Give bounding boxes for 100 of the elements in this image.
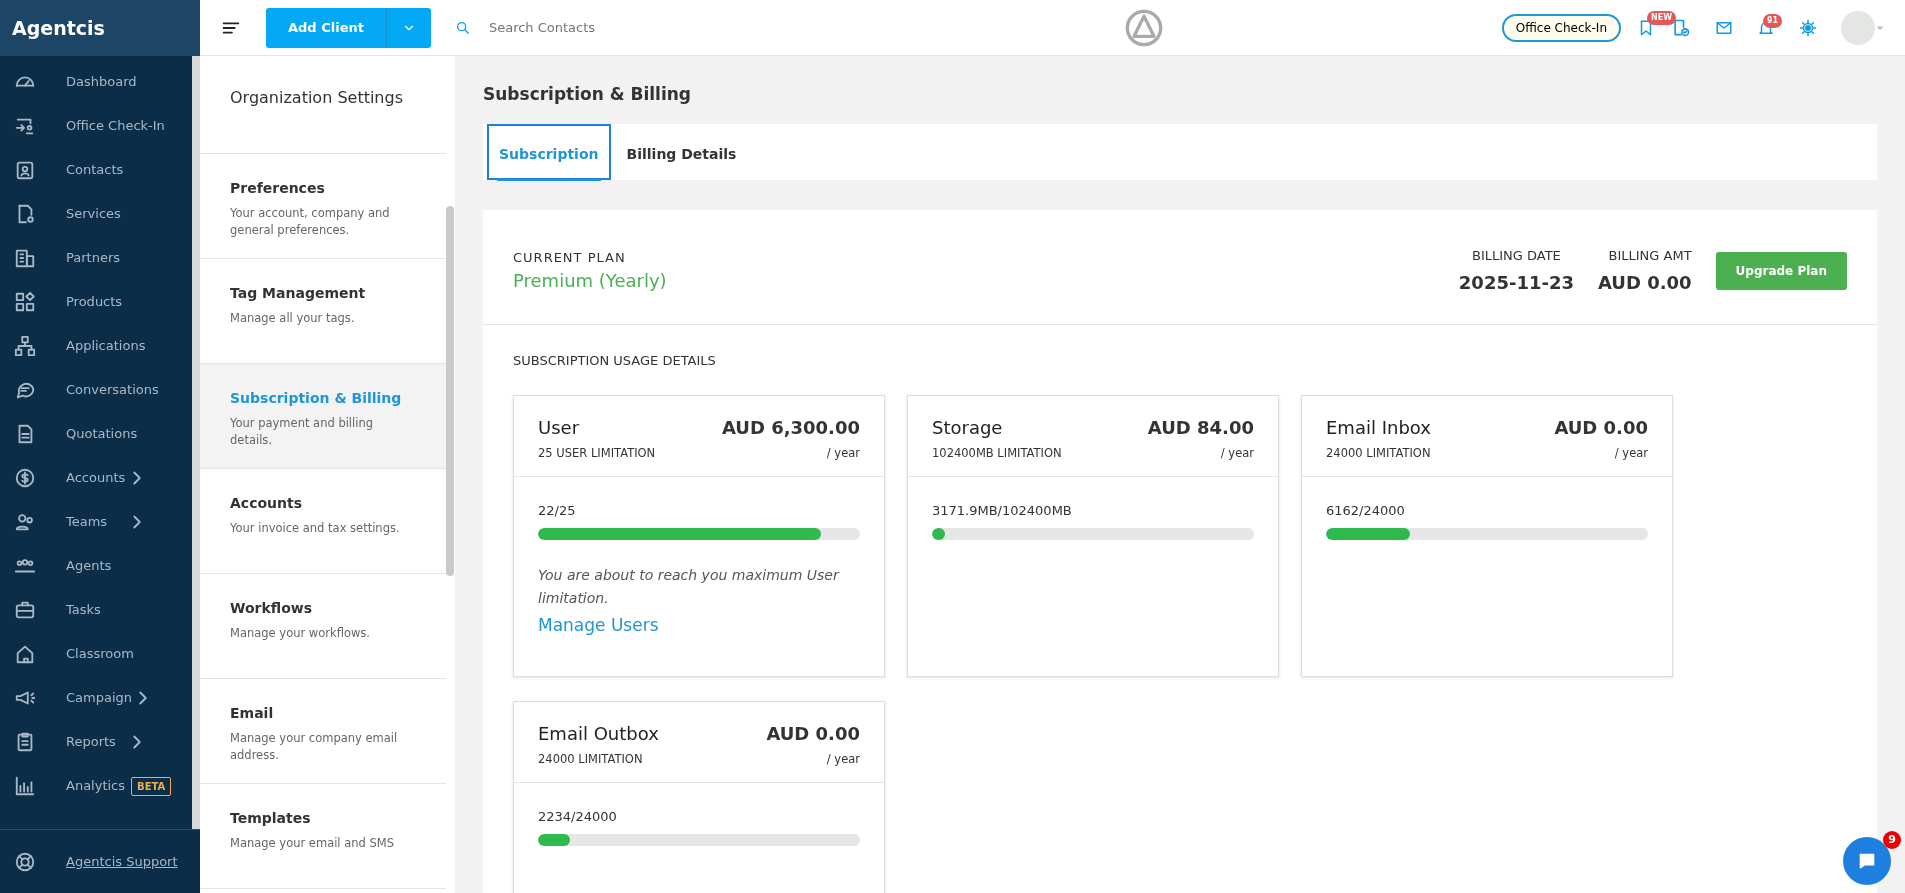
usage-limit: 25 USER LIMITATION	[538, 444, 656, 462]
usage-count: 22/25	[538, 501, 577, 520]
billing-period: / year	[826, 444, 860, 462]
sidebar-item[interactable]: Analytics BETA	[0, 764, 192, 808]
usage-price: AUD 0.00	[1554, 415, 1648, 440]
billing-amount: AUD 0.00	[1597, 271, 1692, 295]
sidebar-item[interactable]: Quotations	[0, 412, 192, 456]
menu-label: Partners	[66, 249, 121, 268]
sidebar-item[interactable]: Agents	[0, 544, 192, 588]
settings-item-description: Manage all your tags.	[230, 310, 356, 327]
usage-count: 2234/24000	[538, 807, 618, 826]
settings-item-description: Your payment and billing details.	[230, 415, 375, 450]
billing-date-label: BILLING DATE	[1471, 246, 1562, 265]
checklist-icon	[1671, 17, 1691, 38]
office-check-in-button[interactable]: Office Check-In	[1501, 13, 1621, 42]
usage-title: SUBSCRIPTION USAGE DETAILS	[513, 352, 717, 370]
warning-note: You are about to reach you maximum User limitation.	[538, 566, 841, 608]
menu-label: Tasks	[66, 601, 101, 620]
usage-limit: 24000 LIMITATION	[538, 750, 643, 768]
settings-item-title[interactable]: Tag Management	[230, 283, 416, 304]
tab[interactable]: Billing Details	[614, 123, 749, 180]
hierarchy-icon	[14, 335, 36, 357]
sidebar-item[interactable]: Contacts	[0, 148, 192, 192]
usage-price: AUD 0.00	[766, 721, 860, 746]
usage-name: Email Outbox	[538, 721, 659, 746]
settings-title: Organization Settings	[200, 56, 446, 154]
billing-period: / year	[1614, 444, 1648, 462]
settings-item-title[interactable]: Templates	[230, 808, 416, 829]
support-link[interactable]: Agentcis Support	[14, 839, 186, 884]
bar-chart-icon	[14, 775, 36, 797]
settings-item-description: Manage your workflows.	[230, 625, 371, 642]
sidebar-item[interactable]: Campaign	[0, 676, 192, 720]
scrollbar[interactable]	[446, 206, 454, 576]
billing-period: / year	[1220, 444, 1254, 462]
briefcase-icon	[14, 599, 36, 621]
gear-icon	[1799, 19, 1817, 38]
settings-item[interactable]: Workflows Manage your workflows.	[200, 574, 446, 679]
billing-amt-label: BILLING AMT	[1607, 246, 1692, 265]
people-icon	[14, 511, 36, 533]
menu-label: Analytics	[66, 777, 126, 796]
plan-name: Premium (Yearly)	[513, 269, 668, 293]
sidebar-item[interactable]: Classroom	[0, 632, 192, 676]
menu-label: Products	[66, 293, 123, 312]
settings-item-description: Your invoice and tax settings.	[230, 520, 401, 537]
menu-label: Teams	[66, 513, 108, 532]
sidebar-item[interactable]: Applications	[0, 324, 192, 368]
menu-label: Reports	[66, 733, 116, 752]
menu-label: Conversations	[66, 381, 159, 400]
sidebar-item[interactable]: Reports	[0, 720, 192, 764]
plan-label: CURRENT PLAN	[513, 248, 627, 267]
sidebar-item[interactable]: Teams	[0, 500, 192, 544]
settings-item[interactable]: Email Manage your company email address.	[200, 679, 446, 784]
sidebar-item[interactable]: Tasks	[0, 588, 192, 632]
sidebar-item[interactable]: Partners	[0, 236, 192, 280]
settings-item[interactable]: Templates Manage your email and SMS	[200, 784, 446, 889]
avatar[interactable]	[1841, 10, 1875, 45]
billing-period: / year	[826, 750, 860, 768]
sidebar-item[interactable]: Office Check-In	[0, 104, 192, 148]
usage-price: AUD 6,300.00	[721, 415, 860, 440]
sidebar-item[interactable]: Conversations	[0, 368, 192, 412]
menu-label: Applications	[66, 337, 146, 356]
usage-count: 3171.9MB/102400MB	[932, 501, 1073, 520]
sidebar-item[interactable]: Services	[0, 192, 192, 236]
building-icon	[14, 247, 36, 269]
lifebuoy-icon	[14, 850, 36, 873]
settings-item[interactable]: Subscription & Billing Your payment and billing details.	[200, 364, 446, 469]
dollar-circle-icon	[14, 467, 36, 489]
usage-name: Email Inbox	[1326, 415, 1431, 440]
menu-label: Quotations	[66, 425, 138, 444]
blocks-icon	[14, 291, 36, 313]
sidebar-item[interactable]: Dashboard	[0, 60, 192, 104]
page-title: Subscription & Billing	[483, 83, 693, 106]
settings-item-description: Manage your email and SMS	[230, 835, 396, 852]
logo-circle-icon	[1124, 7, 1165, 48]
house-icon	[14, 643, 36, 665]
menu-label: Contacts	[66, 161, 124, 180]
menu-label: Office Check-In	[66, 117, 165, 136]
new-badge: NEW	[1647, 11, 1676, 26]
settings-item-title[interactable]: Email	[230, 703, 416, 724]
id-card-icon	[14, 159, 36, 181]
usage-limit: 24000 LIMITATION	[1326, 444, 1431, 462]
menu-label: Campaign	[66, 689, 133, 708]
sidebar-item[interactable]: Products	[0, 280, 192, 324]
settings-item-title[interactable]: Accounts	[230, 493, 416, 514]
usage-name: User	[538, 415, 580, 440]
chat-badge: 9	[1883, 831, 1901, 849]
usage-limit: 102400MB LIMITATION	[932, 444, 1062, 462]
menu-label: Services	[66, 205, 121, 224]
settings-item-title[interactable]: Workflows	[230, 598, 416, 619]
menu-label: Accounts	[66, 469, 126, 488]
settings-item-description: Your account, company and general preferences.	[230, 205, 391, 240]
search-icon	[454, 20, 471, 37]
settings-item-title[interactable]: Preferences	[230, 178, 416, 199]
sidebar-item[interactable]: Accounts	[0, 456, 192, 500]
billing-date: 2025-11-23	[1458, 271, 1574, 295]
beta-badge: BETA	[131, 776, 172, 796]
menu-label: Classroom	[66, 645, 134, 664]
settings-item-description: Manage your company email address.	[230, 730, 399, 765]
brand-logo[interactable]: Agentcis	[0, 0, 200, 56]
menu-label: Dashboard	[66, 73, 137, 92]
